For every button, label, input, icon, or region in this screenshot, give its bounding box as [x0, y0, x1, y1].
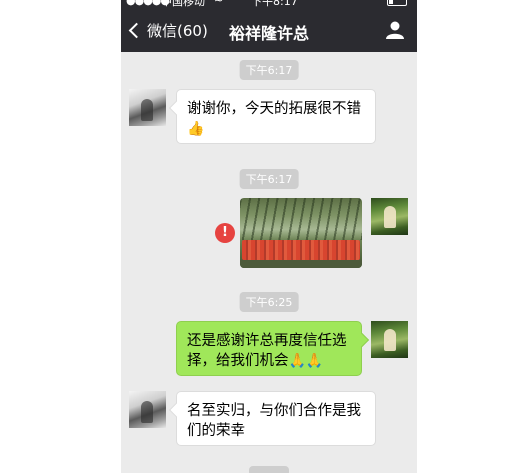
- message-text: 谢谢你，今天的拓展很不错: [187, 101, 361, 117]
- friend-avatar[interactable]: [129, 391, 166, 428]
- friend-avatar[interactable]: [129, 89, 166, 126]
- chat-screen: ●●●●● 中国移动 ≋ 下午8:17 微信(60) 裕祥隆许总 下午6:17 …: [121, 0, 417, 473]
- chat-title: 裕祥隆许总: [228, 24, 309, 43]
- error-icon[interactable]: !: [215, 223, 235, 243]
- message-bubble-mine[interactable]: 还是感谢许总再度信任选择，给我们机会🙏🙏: [176, 321, 362, 376]
- my-avatar[interactable]: [371, 321, 408, 358]
- thumbs-up-emoji: 👍: [187, 121, 205, 137]
- timestamp: 下午6:17: [239, 60, 299, 80]
- image-message[interactable]: [240, 198, 362, 268]
- nav-bar: 微信(60) 裕祥隆许总: [121, 8, 417, 52]
- battery-icon: [387, 0, 407, 6]
- message-bubble-friend[interactable]: 名至实归，与你们合作是我们的荣幸: [176, 391, 376, 446]
- my-avatar[interactable]: [371, 198, 408, 235]
- timestamp: 下午6:25: [239, 292, 299, 312]
- timestamp: 下午6:17: [239, 169, 299, 189]
- timestamp-partial: [249, 466, 289, 473]
- wifi-icon: ≋: [214, 0, 223, 5]
- status-time: 下午8:17: [251, 0, 298, 8]
- message-bubble-friend[interactable]: 谢谢你，今天的拓展很不错 👍: [176, 89, 376, 144]
- profile-icon[interactable]: [385, 20, 405, 40]
- praying-hands-emoji: 🙏🙏: [288, 353, 324, 369]
- status-bar: ●●●●● 中国移动 ≋ 下午8:17: [121, 0, 417, 8]
- message-text: 名至实归，与你们合作是我们的荣幸: [187, 403, 361, 439]
- carrier-label: 中国移动: [161, 0, 205, 8]
